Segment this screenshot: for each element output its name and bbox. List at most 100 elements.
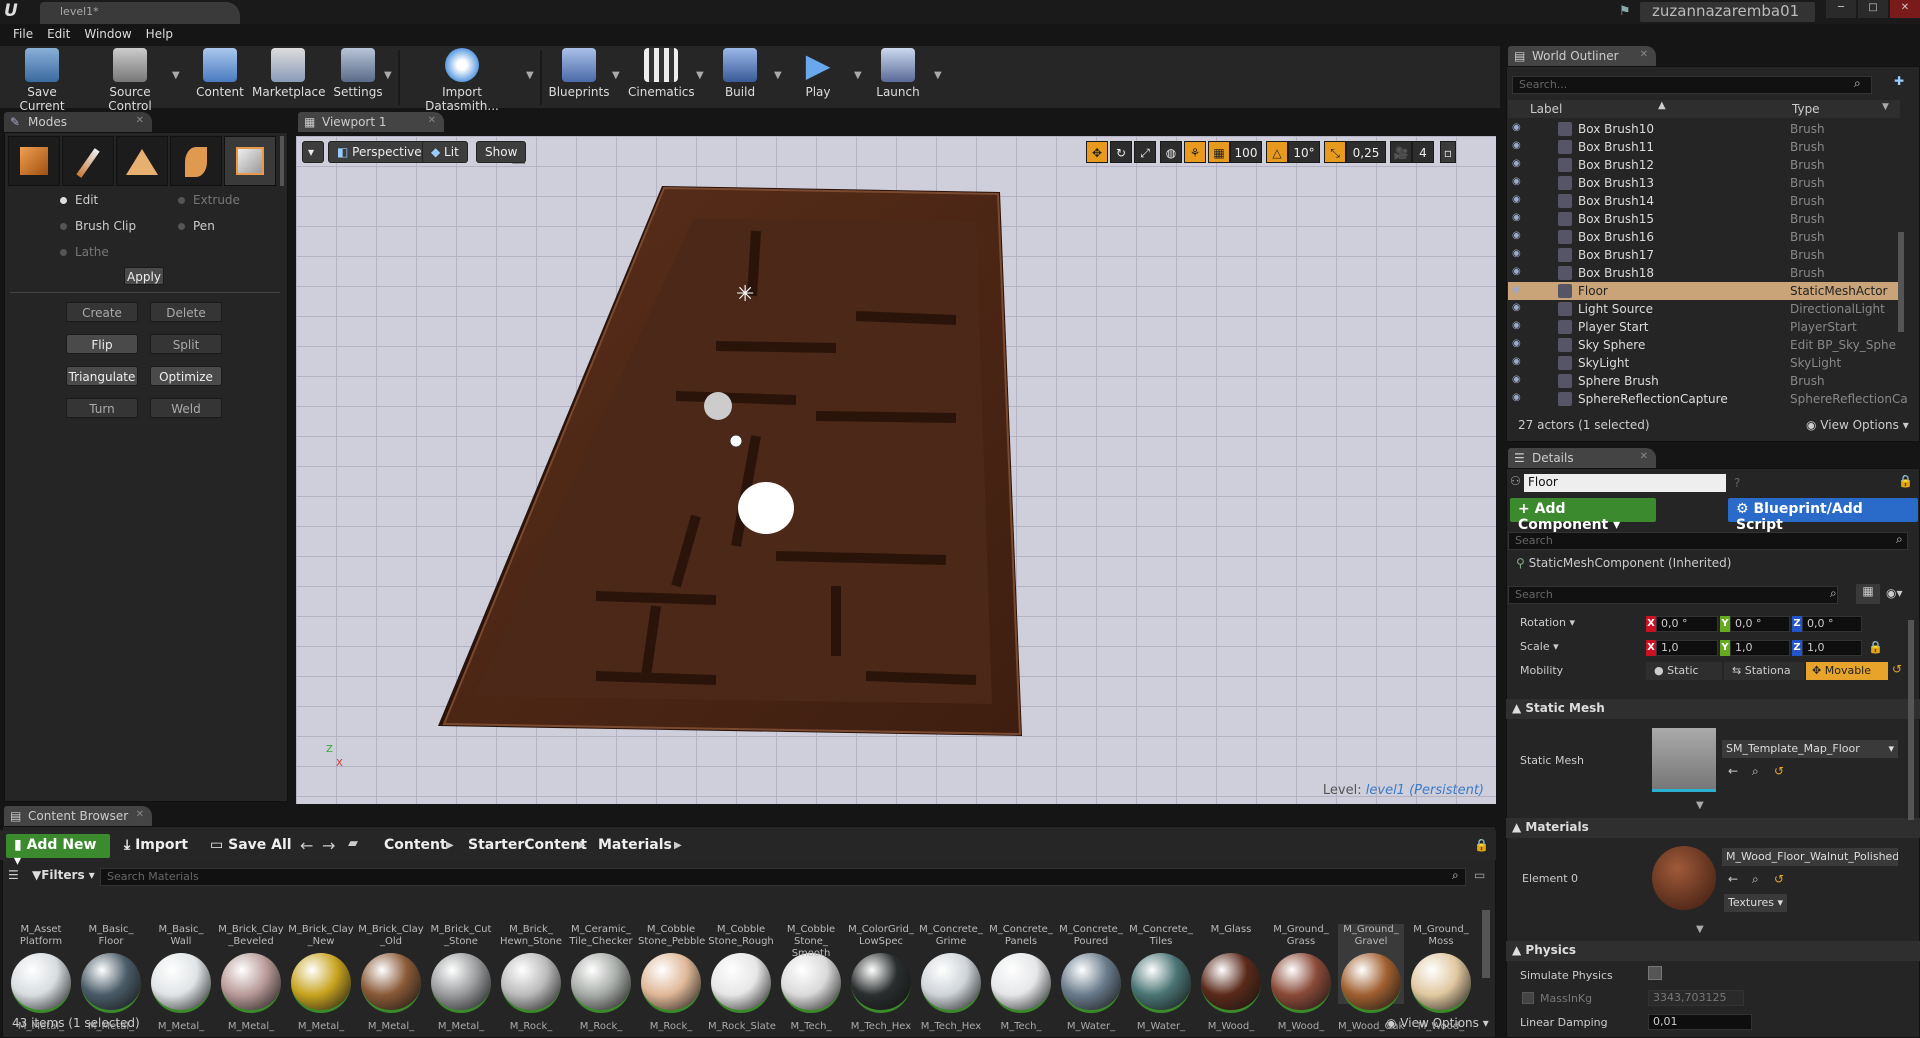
visibility-eye-icon[interactable]: ◉ (1512, 212, 1521, 223)
material-asset-tile[interactable]: M_Concrete_ Tiles M_Water_ (1128, 924, 1194, 1032)
paint-mode-icon[interactable] (62, 136, 114, 186)
outliner-row[interactable]: ◉ Box Brush10 Brush (1508, 120, 1900, 138)
source-control-dropdown-icon[interactable]: ▼ (172, 70, 180, 81)
camera-speed-value[interactable]: 4 (1412, 141, 1434, 163)
static-mesh-dropdown[interactable]: SM_Template_Map_Floor ▾ (1722, 740, 1898, 758)
content-view-options[interactable]: ◉ View Options ▾ (1386, 1016, 1489, 1030)
scale-label[interactable]: Scale ▾ (1520, 640, 1559, 653)
visibility-eye-icon[interactable]: ◉ (1512, 140, 1521, 151)
geometry-mode-icon[interactable] (224, 136, 276, 186)
browse-icon[interactable]: ⌕ (1752, 764, 1759, 779)
landscape-mode-icon[interactable] (116, 136, 168, 186)
create-button[interactable]: Create (66, 302, 138, 322)
linear-damping-field[interactable]: 0,01 (1648, 1014, 1752, 1030)
use-selected-icon[interactable]: ← (1728, 764, 1738, 778)
viewport-3d[interactable]: ✳ ♜ Z X ▾ ◧ Perspective ◆ Lit Show ✥ ↻ ⤢… (296, 136, 1496, 804)
pen-radio[interactable]: Pen (178, 219, 215, 233)
perspective-button[interactable]: ◧ Perspective (328, 141, 431, 163)
apply-button[interactable]: Apply (124, 267, 164, 285)
material-asset-tile[interactable]: M_Basic_ Wall M_Metal_ (148, 924, 214, 1032)
grid-snap-icon[interactable]: ▦ (1208, 141, 1230, 163)
material-asset-tile[interactable]: M_Ground_ Moss M_Wood_ (1408, 924, 1474, 1032)
visibility-eye-icon[interactable]: ◉ (1512, 374, 1521, 385)
extrude-radio[interactable]: Extrude (178, 193, 240, 207)
material-asset-tile[interactable]: M_Brick_Cut _Stone M_Metal_ (428, 924, 494, 1032)
marketplace-button[interactable]: Marketplace (252, 48, 326, 108)
outliner-row[interactable]: ◉ Sphere Brush Brush (1508, 372, 1900, 390)
column-type[interactable]: Type (1792, 102, 1820, 116)
help-icon[interactable]: ? (1734, 476, 1740, 490)
import-button[interactable]: ⤓ Import (118, 834, 194, 858)
settings-button[interactable]: Settings (330, 48, 386, 108)
component-item[interactable]: ⚲ StaticMeshComponent (Inherited) (1516, 556, 1731, 570)
outliner-row[interactable]: ◉ Light Source DirectionalLight (1508, 300, 1900, 318)
launch-button[interactable]: Launch (870, 48, 926, 108)
split-button[interactable]: Split (150, 334, 222, 354)
menu-help[interactable]: Help (139, 24, 180, 46)
content-search-input[interactable]: Search Materials (100, 868, 1466, 886)
world-outliner-tab[interactable]: ▤ World Outliner ✕ (1508, 46, 1656, 66)
lock-icon[interactable]: 🔒 (1898, 474, 1913, 488)
material-asset-tile[interactable]: M_Brick_ Hewn_Stone M_Rock_ (498, 924, 564, 1032)
outliner-view-options[interactable]: ◉ View Options ▾ (1806, 418, 1909, 432)
level-tab[interactable]: level1* (40, 2, 240, 24)
sources-toggle-icon[interactable]: ☰ (8, 868, 19, 882)
breadcrumb-separator-icon[interactable]: ▶ (446, 840, 454, 851)
menu-edit[interactable]: Edit (40, 24, 77, 46)
add-new-button[interactable]: ▮ Add New ▾ (6, 834, 110, 869)
physics-section[interactable]: ▲ Physics (1506, 941, 1920, 961)
show-button[interactable]: Show (476, 141, 527, 163)
material-asset-tile[interactable]: M_Cobble Stone_Rough M_Rock_Slate (708, 924, 776, 1032)
browse-icon[interactable]: ⌕ (1752, 872, 1759, 887)
lit-button[interactable]: ◆ Lit (422, 141, 468, 163)
datasmith-dropdown-icon[interactable]: ▼ (526, 70, 534, 81)
material-asset-tile[interactable]: M_Cobble Stone_ Smooth M_Tech_ (778, 924, 844, 1032)
visibility-eye-icon[interactable]: ◉ (1512, 158, 1521, 169)
close-icon[interactable]: ✕ (1640, 49, 1648, 60)
modes-scrollbar[interactable] (280, 136, 284, 186)
reset-icon[interactable]: ↺ (1892, 662, 1902, 676)
simulate-physics-checkbox[interactable] (1648, 966, 1662, 980)
maximize-viewport-icon[interactable]: ▫ (1440, 141, 1456, 163)
material-thumbnail[interactable] (1652, 846, 1716, 910)
minimize-icon[interactable]: ─ (1826, 0, 1856, 18)
build-button[interactable]: Build (712, 48, 768, 108)
outliner-row[interactable]: ◉ Box Brush13 Brush (1508, 174, 1900, 192)
move-gizmo-icon[interactable]: ✥ (1086, 141, 1108, 163)
visibility-eye-icon[interactable]: ◉ (1512, 176, 1521, 187)
material-asset-tile[interactable]: M_Basic_ Floor M_Metal_ (78, 924, 144, 1032)
materials-section[interactable]: ▲ Materials (1506, 818, 1920, 838)
viewport-menu-dropdown[interactable]: ▾ (302, 141, 324, 163)
mobility-movable-button[interactable]: ✥ Movable (1806, 662, 1888, 680)
outliner-row[interactable]: ◉ Box Brush18 Brush (1508, 264, 1900, 282)
use-selected-icon[interactable]: ← (1728, 872, 1738, 886)
add-filter-icon[interactable]: ✚ (1894, 74, 1904, 88)
material-asset-tile[interactable]: M_Concrete_ Grime M_Tech_Hex (918, 924, 984, 1032)
rotation-snap-value[interactable]: 10° (1288, 141, 1320, 163)
scale-snap-icon[interactable]: ⤡ (1324, 141, 1346, 163)
material-asset-tile[interactable]: M_Concrete_ Poured M_Water_ (1058, 924, 1124, 1032)
source-control-button[interactable]: Source Control (86, 48, 174, 113)
rotate-gizmo-icon[interactable]: ↻ (1110, 141, 1132, 163)
play-button[interactable]: ▶ Play (790, 48, 846, 108)
sort-icon[interactable]: ▲ (1658, 100, 1666, 111)
outliner-row[interactable]: ◉ Floor StaticMeshActor (1508, 282, 1900, 300)
close-icon[interactable]: ✕ (428, 115, 436, 126)
visibility-eye-icon[interactable]: ◉ (1512, 266, 1521, 277)
breadcrumb-separator-icon[interactable]: ▶ (578, 840, 586, 851)
visibility-eye-icon[interactable]: ◉ (1512, 302, 1521, 313)
visibility-eye-icon[interactable]: ◉ (1512, 320, 1521, 331)
rotation-x-field[interactable]: 0,0 ° (1656, 616, 1718, 632)
close-icon[interactable]: ✕ (1890, 0, 1920, 18)
build-dropdown-icon[interactable]: ▼ (774, 70, 782, 81)
save-search-icon[interactable]: ▭ (1474, 868, 1485, 882)
eye-icon[interactable]: ◉▾ (1886, 586, 1903, 600)
close-icon[interactable]: ✕ (136, 115, 144, 126)
material-asset-tile[interactable]: M_Brick_Clay _New M_Metal_ (288, 924, 354, 1032)
visibility-eye-icon[interactable]: ◉ (1512, 392, 1521, 403)
reset-icon[interactable]: ↺ (1774, 764, 1784, 778)
content-browser-tab[interactable]: ▤ Content Browser ✕ (4, 806, 152, 826)
breadcrumb-startercontent[interactable]: StarterContent (462, 834, 593, 858)
outliner-search-input[interactable]: Search... (1512, 76, 1872, 94)
save-current-button[interactable]: Save Current (4, 48, 80, 113)
